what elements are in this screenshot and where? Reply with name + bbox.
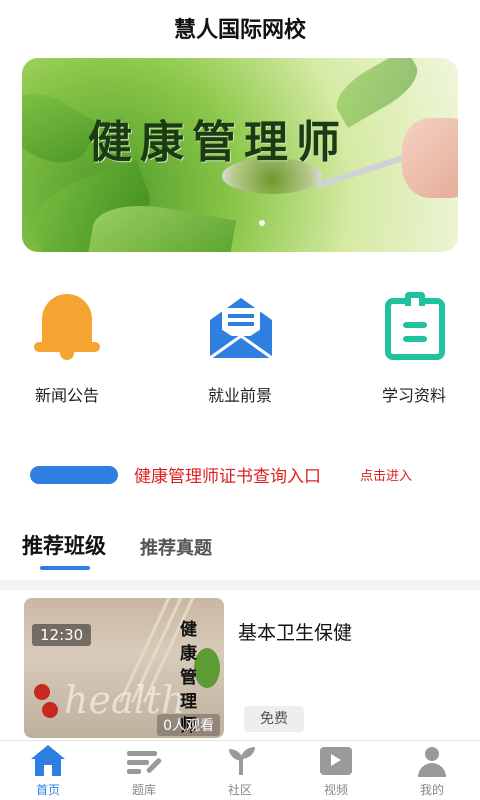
entry-pill-icon <box>30 466 118 484</box>
nav-home[interactable]: 首页 <box>0 741 96 800</box>
envelope-icon <box>205 294 275 364</box>
nav-question-bank[interactable]: 题库 <box>96 741 192 800</box>
nav-label: 首页 <box>35 783 60 797</box>
tomato-decoration <box>42 702 58 718</box>
section-divider <box>0 580 480 590</box>
nav-label: 我的 <box>419 783 444 797</box>
banner-title: 健康管理师 <box>88 117 348 168</box>
user-icon <box>413 745 451 777</box>
bottom-navigation: 首页 题库 社区 视频 我的 <box>0 740 480 800</box>
quick-link-materials[interactable]: 学习资料 <box>334 292 480 406</box>
nav-label: 社区 <box>227 783 252 797</box>
video-icon <box>317 745 355 777</box>
course-title[interactable]: 基本卫生保健 <box>238 618 352 645</box>
hand-image <box>402 118 458 198</box>
nav-label: 视频 <box>323 783 348 797</box>
certificate-query-entry[interactable]: 健康管理师证书查询入口 点击进入 <box>0 458 480 494</box>
quick-link-label: 新闻公告 <box>34 386 99 405</box>
banner-carousel[interactable]: 健康管理师 <box>22 58 458 252</box>
tomato-decoration <box>34 684 50 700</box>
quick-link-label: 就业前景 <box>207 386 272 405</box>
app-title: 慧人国际网校 <box>173 18 306 43</box>
certificate-query-link[interactable]: 健康管理师证书查询入口 <box>134 462 321 487</box>
tab-recommended-classes[interactable]: 推荐班级 <box>22 530 106 560</box>
nav-video[interactable]: 视频 <box>288 741 384 800</box>
quick-link-employment[interactable]: 就业前景 <box>160 294 320 406</box>
question-bank-icon <box>125 745 163 777</box>
nav-profile[interactable]: 我的 <box>384 741 480 800</box>
carousel-indicator[interactable] <box>259 220 265 226</box>
home-icon <box>29 745 67 777</box>
view-count: 0人观看 <box>157 714 220 736</box>
notebook-icon <box>379 292 449 364</box>
click-enter-link[interactable]: 点击进入 <box>360 465 412 484</box>
quick-link-news[interactable]: 新闻公告 <box>0 294 147 406</box>
course-thumbnail[interactable]: health 12:30 健康管理师 0人观看 <box>24 598 224 738</box>
quick-link-label: 学习资料 <box>381 386 446 405</box>
video-duration: 12:30 <box>32 624 92 646</box>
tab-indicator <box>40 566 90 570</box>
price-badge: 免费 <box>244 706 304 732</box>
tab-recommended-exams[interactable]: 推荐真题 <box>140 534 212 560</box>
bell-icon <box>32 294 102 364</box>
nav-label: 题库 <box>131 783 156 797</box>
nav-community[interactable]: 社区 <box>192 741 288 800</box>
sprout-icon <box>221 745 259 777</box>
